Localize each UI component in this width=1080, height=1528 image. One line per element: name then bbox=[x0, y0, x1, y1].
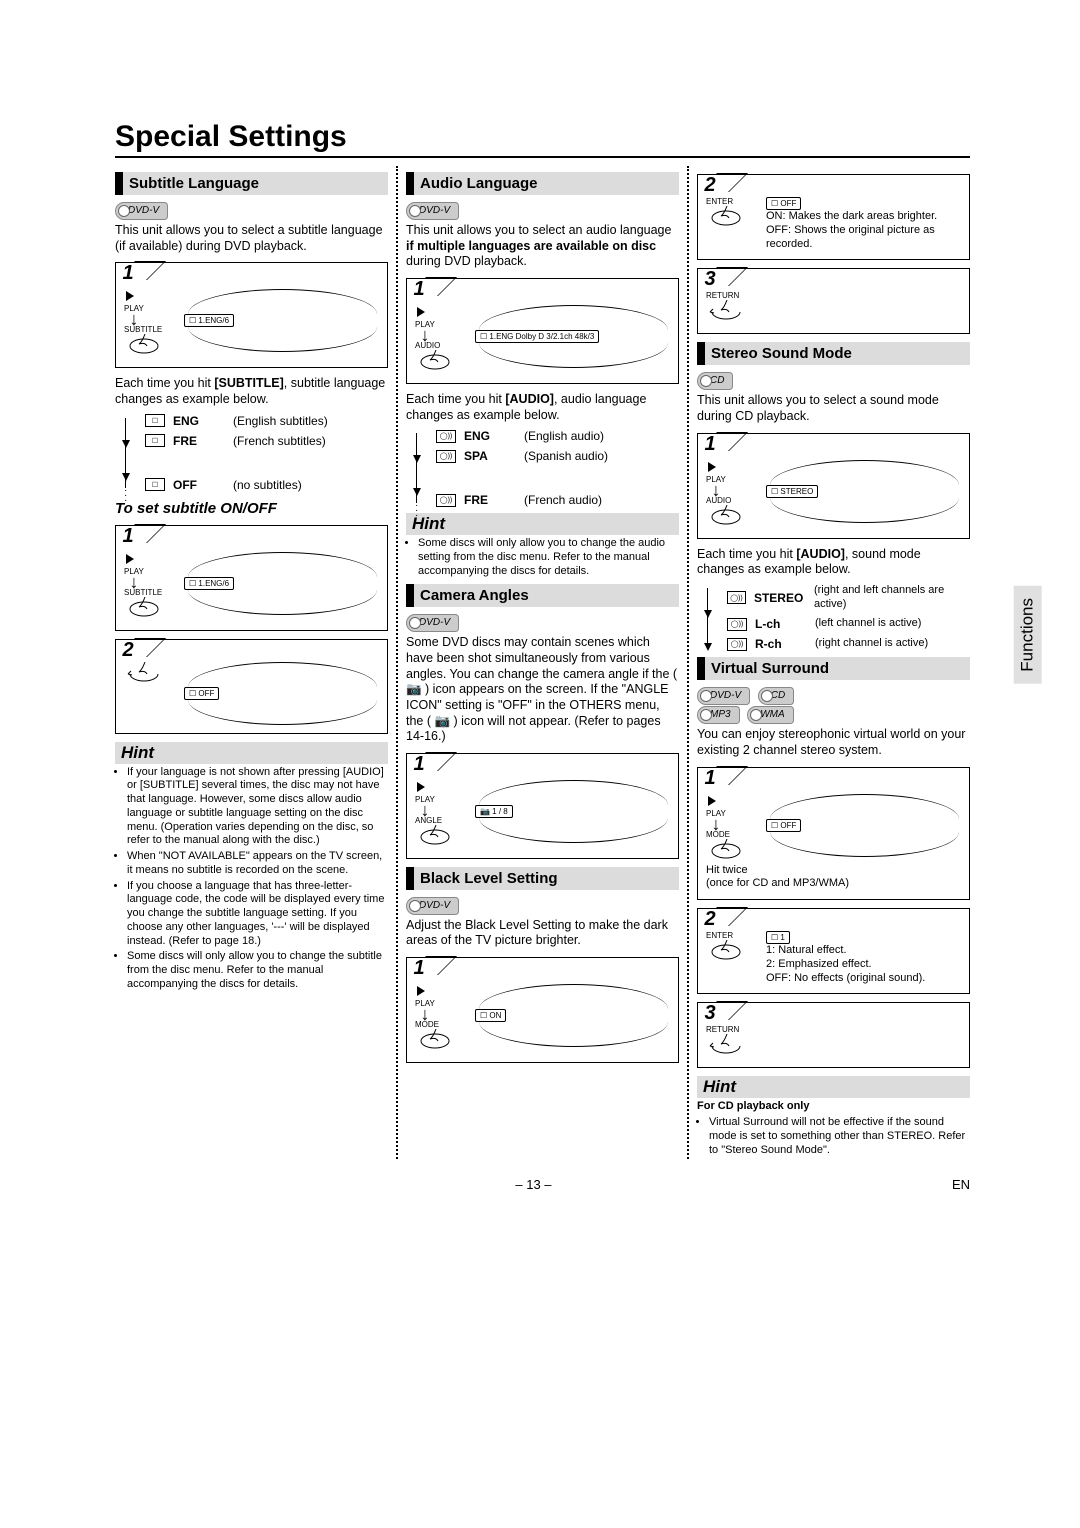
dvd-v-icon: DVD-V bbox=[406, 897, 459, 915]
audio-cycle: Each time you hit [AUDIO], audio languag… bbox=[406, 392, 679, 423]
mp3-icon: MP3 bbox=[697, 706, 740, 724]
set-subtitle-onoff-head: To set subtitle ON/OFF bbox=[115, 500, 388, 517]
hint-list: Some discs will only allow you to change… bbox=[406, 537, 679, 578]
footer: – 13 – EN bbox=[115, 1177, 970, 1192]
stereo-mode-list: ◯))STEREO(right and left channels are ac… bbox=[697, 584, 970, 652]
subtitle-lang-list: ··· ☐ENG(English subtitles) ☐FRE(French … bbox=[115, 414, 388, 492]
lang-code: EN bbox=[952, 1177, 970, 1192]
angle-step-1: 1 PLAY ↓ ANGLE 📷 1 / 8 bbox=[406, 753, 679, 859]
side-tab-functions: Functions bbox=[1014, 586, 1042, 684]
hint-head: Hint bbox=[115, 742, 388, 764]
cd-icon: CD bbox=[758, 687, 794, 705]
camera-angles-head: Camera Angles bbox=[406, 584, 679, 607]
step-number: 1 bbox=[115, 262, 141, 288]
vs-step-2: 2 ENTER ☐ 1 1: Natural effect. 2: Emphas… bbox=[697, 908, 970, 994]
cd-icon: CD bbox=[697, 372, 733, 390]
hint-list: Virtual Surround will not be effective i… bbox=[697, 1116, 970, 1157]
stereo-sound-head: Stereo Sound Mode bbox=[697, 342, 970, 365]
wma-icon: WMA bbox=[747, 706, 793, 724]
format-icons: DVD-V CD MP3 WMA bbox=[697, 686, 970, 724]
hint-sub: For CD playback only bbox=[697, 1100, 970, 1114]
audio-lang-list: ··· ◯))ENG(English audio) ◯))SPA(Spanish… bbox=[406, 429, 679, 507]
stereo-intro: This unit allows you to select a sound m… bbox=[697, 393, 970, 424]
dvd-v-icon: DVD-V bbox=[406, 202, 459, 220]
camera-body: Some DVD discs may contain scenes which … bbox=[406, 635, 679, 744]
audio-language-head: Audio Language bbox=[406, 172, 679, 195]
stereo-cycle: Each time you hit [AUDIO], sound mode ch… bbox=[697, 547, 970, 578]
black-level-step-1: 1 PLAY ↓ MODE ☐ ON bbox=[406, 957, 679, 1063]
hint-head: Hint bbox=[697, 1076, 970, 1098]
page-title: Special Settings bbox=[115, 120, 970, 158]
virtual-surround-head: Virtual Surround bbox=[697, 657, 970, 680]
black-level-head: Black Level Setting bbox=[406, 867, 679, 890]
page-number: – 13 – bbox=[115, 1177, 952, 1192]
audio-step-1: 1 PLAY ↓ AUDIO ☐ 1.ENG Dolby D 3/2.1ch 4… bbox=[406, 278, 679, 384]
column-1: Subtitle Language DVD-V This unit allows… bbox=[115, 166, 398, 1159]
subtitle-onoff-step-2: 2 ☐ OFF bbox=[115, 639, 388, 734]
press-icon bbox=[124, 334, 164, 356]
osd-display: ☐ 1.ENG/6 bbox=[184, 314, 234, 327]
hint-head: Hint bbox=[406, 513, 679, 535]
subtitle-step-1: 1 PLAY ↓ SUBTITLE ☐ 1.ENG/6 bbox=[115, 262, 388, 368]
black-level-body: Adjust the Black Level Setting to make t… bbox=[406, 918, 679, 949]
column-3: Functions 2 ENTER ☐ OFF ON: Makes the da… bbox=[689, 166, 970, 1159]
subtitle-cycle: Each time you hit [SUBTITLE], subtitle l… bbox=[115, 376, 388, 407]
column-2: Audio Language DVD-V This unit allows yo… bbox=[398, 166, 689, 1159]
subtitle-language-head: Subtitle Language bbox=[115, 172, 388, 195]
vs-step-1: 1 PLAY ↓ MODE ☐ OFF Hit twice bbox=[697, 767, 970, 901]
black-level-step-2: 2 ENTER ☐ OFF ON: Makes the dark areas b… bbox=[697, 174, 970, 260]
stereo-step-1: 1 PLAY ↓ AUDIO ☐ STEREO bbox=[697, 433, 970, 539]
dvd-v-icon: DVD-V bbox=[697, 687, 750, 705]
dvd-v-icon: DVD-V bbox=[406, 614, 459, 632]
hint-list: If your language is not shown after pres… bbox=[115, 766, 388, 992]
dvd-v-icon: DVD-V bbox=[115, 202, 168, 220]
subtitle-onoff-step-1: 1 PLAY ↓ SUBTITLE ☐ 1.ENG/6 bbox=[115, 525, 388, 631]
audio-intro: This unit allows you to select an audio … bbox=[406, 223, 679, 270]
vs-step-3: 3 RETURN bbox=[697, 1002, 970, 1068]
subtitle-intro: This unit allows you to select a subtitl… bbox=[115, 223, 388, 254]
black-level-step-3: 3 RETURN bbox=[697, 268, 970, 334]
vs-intro: You can enjoy stereophonic virtual world… bbox=[697, 727, 970, 758]
